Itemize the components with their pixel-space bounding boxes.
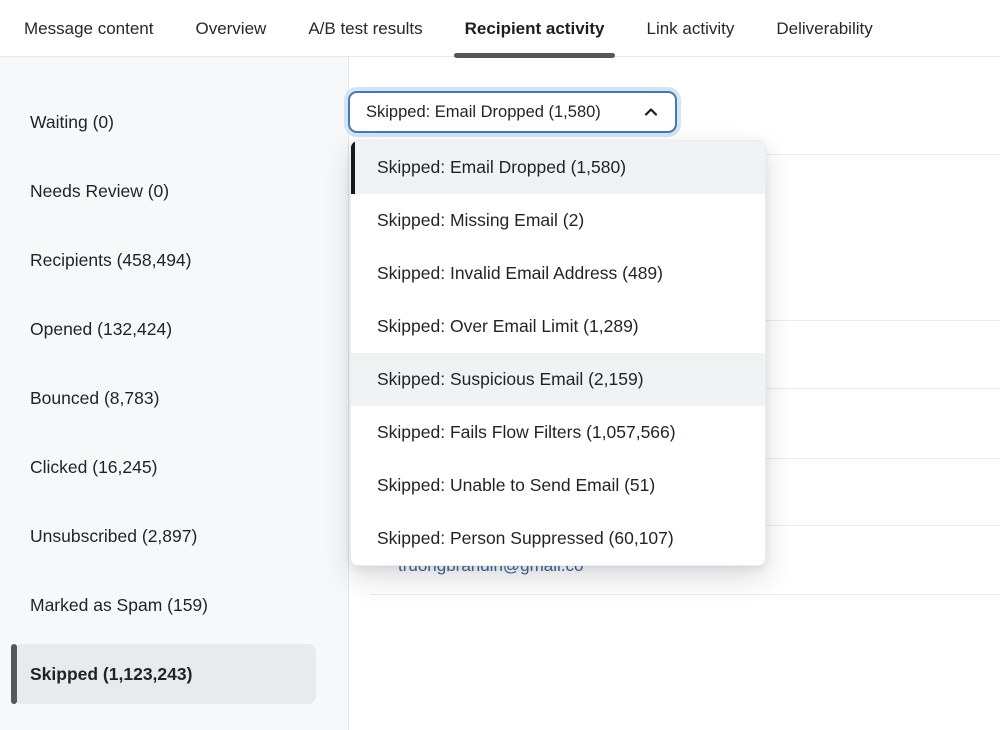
sidebar-item-label: Unsubscribed (2,897) [30, 526, 197, 547]
dropdown-option-person-suppressed[interactable]: Skipped: Person Suppressed (60,107) [351, 512, 765, 565]
dropdown-option-unable-to-send-email[interactable]: Skipped: Unable to Send Email (51) [351, 459, 765, 512]
tab-ab-test-results[interactable]: A/B test results [308, 0, 422, 57]
sidebar-item-skipped[interactable]: Skipped (1,123,243) [0, 640, 348, 709]
selected-indicator-bar [11, 644, 17, 704]
sidebar-item-clicked[interactable]: Clicked (16,245) [0, 433, 348, 502]
sidebar-item-label: Clicked (16,245) [30, 457, 157, 478]
dropdown-option-label: Skipped: Invalid Email Address (489) [377, 263, 663, 284]
sidebar-item-waiting[interactable]: Waiting (0) [0, 88, 348, 157]
tab-message-content[interactable]: Message content [24, 0, 153, 57]
sidebar-item-label: Marked as Spam (159) [30, 595, 208, 616]
dropdown-option-suspicious-email[interactable]: Skipped: Suspicious Email (2,159) [351, 353, 765, 406]
recipient-status-sidebar: Waiting (0) Needs Review (0) Recipients … [0, 57, 349, 730]
tab-recipient-activity[interactable]: Recipient activity [465, 0, 605, 57]
dropdown-option-label: Skipped: Unable to Send Email (51) [377, 475, 655, 496]
dropdown-option-label: Skipped: Suspicious Email (2,159) [377, 369, 644, 390]
dropdown-option-label: Skipped: Person Suppressed (60,107) [377, 528, 674, 549]
dropdown-option-fails-flow-filters[interactable]: Skipped: Fails Flow Filters (1,057,566) [351, 406, 765, 459]
selected-indicator-bar [351, 141, 355, 194]
sidebar-item-label: Opened (132,424) [30, 319, 172, 340]
sidebar-item-needs-review[interactable]: Needs Review (0) [0, 157, 348, 226]
skipped-filter-dropdown[interactable]: Skipped: Email Dropped (1,580) [348, 91, 677, 133]
report-tabs: Message content Overview A/B test result… [0, 0, 1000, 57]
dropdown-option-label: Skipped: Fails Flow Filters (1,057,566) [377, 422, 676, 443]
sidebar-item-bounced[interactable]: Bounced (8,783) [0, 364, 348, 433]
chevron-up-icon [642, 103, 660, 121]
sidebar-item-label: Skipped (1,123,243) [30, 664, 192, 685]
tab-deliverability[interactable]: Deliverability [776, 0, 872, 57]
sidebar-item-opened[interactable]: Opened (132,424) [0, 295, 348, 364]
dropdown-option-invalid-email-address[interactable]: Skipped: Invalid Email Address (489) [351, 247, 765, 300]
dropdown-option-missing-email[interactable]: Skipped: Missing Email (2) [351, 194, 765, 247]
dropdown-option-email-dropped[interactable]: Skipped: Email Dropped (1,580) [351, 141, 765, 194]
dropdown-option-label: Skipped: Missing Email (2) [377, 210, 584, 231]
sidebar-item-unsubscribed[interactable]: Unsubscribed (2,897) [0, 502, 348, 571]
sidebar-item-marked-as-spam[interactable]: Marked as Spam (159) [0, 571, 348, 640]
dropdown-option-label: Skipped: Email Dropped (1,580) [377, 157, 626, 178]
sidebar-item-recipients[interactable]: Recipients (458,494) [0, 226, 348, 295]
tab-link-activity[interactable]: Link activity [646, 0, 734, 57]
sidebar-item-label: Recipients (458,494) [30, 250, 191, 271]
sidebar-item-label: Bounced (8,783) [30, 388, 159, 409]
campaign-report-page: Message content Overview A/B test result… [0, 0, 1000, 730]
dropdown-menu: Skipped: Email Dropped (1,580) Skipped: … [350, 140, 766, 566]
dropdown-option-label: Skipped: Over Email Limit (1,289) [377, 316, 639, 337]
dropdown-option-over-email-limit[interactable]: Skipped: Over Email Limit (1,289) [351, 300, 765, 353]
sidebar-item-label: Needs Review (0) [30, 181, 169, 202]
recipient-table-area: truongbrandin@gmail.co Skipped: Email Dr… [350, 57, 1000, 730]
tab-overview[interactable]: Overview [195, 0, 266, 57]
table-row-divider [370, 594, 1000, 595]
dropdown-selected-label: Skipped: Email Dropped (1,580) [366, 103, 601, 122]
sidebar-item-label: Waiting (0) [30, 112, 114, 133]
